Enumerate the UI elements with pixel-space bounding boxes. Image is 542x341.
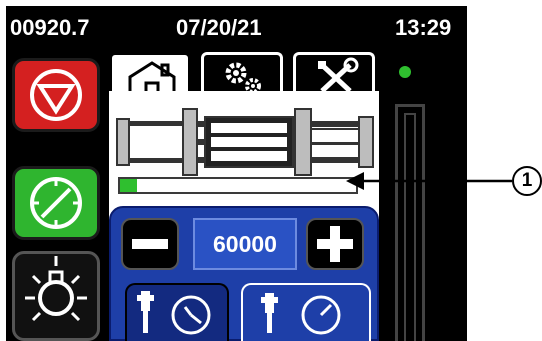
- time-readout: 13:29: [395, 15, 452, 40]
- progress-bar: [118, 177, 358, 194]
- tab-settings[interactable]: [201, 52, 283, 96]
- tab-home[interactable]: [109, 52, 191, 96]
- plus-icon: [317, 226, 353, 262]
- tab-tools[interactable]: [293, 52, 375, 96]
- stop-button[interactable]: [12, 58, 100, 132]
- timer-icon: [30, 177, 82, 229]
- progress-fill: [120, 179, 137, 192]
- timer-button[interactable]: [12, 166, 100, 240]
- callout-arrow: [346, 172, 512, 190]
- stop-icon: [30, 69, 82, 121]
- tool-timer-icon: [261, 293, 341, 335]
- quantity-value[interactable]: 60000: [193, 218, 297, 270]
- counter-readout: 00920.7: [10, 15, 90, 40]
- quantity-control: 60000: [109, 206, 379, 341]
- mode-button-right[interactable]: [241, 283, 371, 341]
- gauge-track: [395, 104, 425, 341]
- increment-button[interactable]: [306, 218, 364, 270]
- light-icon: [25, 256, 87, 322]
- status-bar: 00920.7 07/20/21 13:29: [6, 6, 467, 50]
- date-readout: 07/20/21: [176, 15, 262, 40]
- minus-icon: [132, 239, 168, 249]
- callout-number: 1: [512, 166, 542, 196]
- light-button[interactable]: [12, 251, 100, 341]
- gauge-inner-track: [404, 113, 416, 341]
- status-indicator: [399, 66, 411, 78]
- mode-button-left[interactable]: [125, 283, 229, 341]
- decrement-button[interactable]: [121, 218, 179, 270]
- machine-diagram: [116, 108, 374, 176]
- tool-timer-icon: [137, 291, 211, 335]
